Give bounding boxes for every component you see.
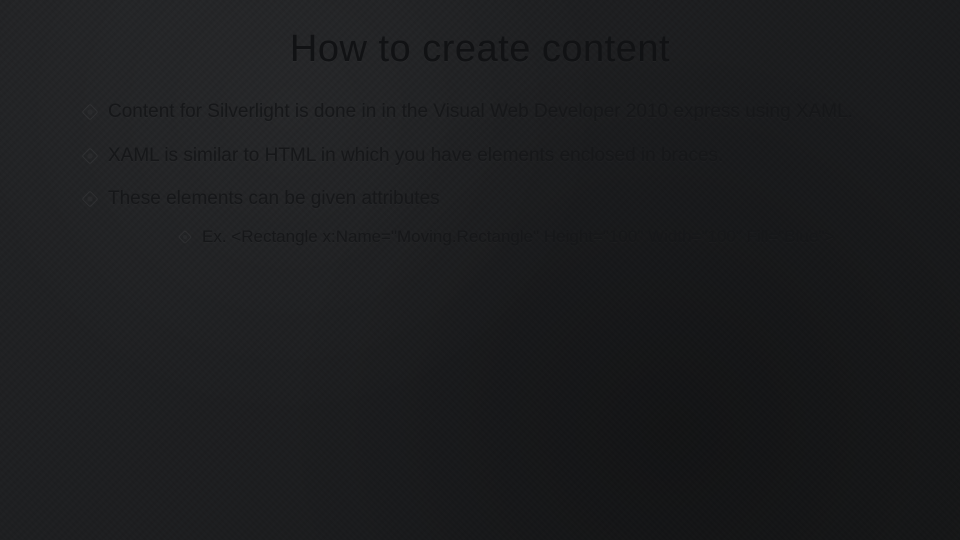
slide: How to create content Content for Silver… xyxy=(0,0,960,540)
bullet-text: XAML is similar to HTML in which you hav… xyxy=(108,145,723,166)
bullet-item: Content for Silverlight is done in in th… xyxy=(80,99,880,125)
bullet-item: These elements can be given attributes E… xyxy=(80,186,880,249)
slide-title: How to create content xyxy=(80,28,880,71)
bullet-text: Content for Silverlight is done in in th… xyxy=(108,101,853,122)
bullet-item: XAML is similar to HTML in which you hav… xyxy=(80,143,880,169)
bullet-text: These elements can be given attributes xyxy=(108,188,440,209)
sub-bullet-text: Ex. <Rectangle x:Name="Moving.Rectangle"… xyxy=(202,227,834,246)
sub-bullet-item: Ex. <Rectangle x:Name="Moving.Rectangle"… xyxy=(178,226,880,249)
sub-bullet-list: Ex. <Rectangle x:Name="Moving.Rectangle"… xyxy=(108,226,880,249)
bullet-list: Content for Silverlight is done in in th… xyxy=(80,99,880,249)
